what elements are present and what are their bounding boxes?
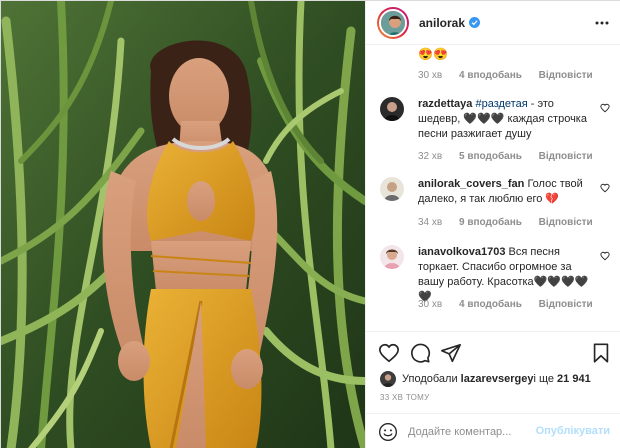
comment-like-icon[interactable] [600, 251, 610, 261]
comment-partial-text: 😍😍 [418, 47, 448, 61]
comment-text: anilorak_covers_fan Голос твой далеко, я… [418, 177, 593, 207]
comment-item: razdettaya #раздетая - это шедевр, 🖤🖤🖤 к… [380, 97, 610, 167]
comment-time: 30 хв [418, 70, 443, 81]
comment-time: 32 хв [418, 151, 443, 162]
post-comment-button[interactable]: Опублікувати [536, 425, 610, 437]
comment-partial-meta: 30 хв 4 вподобань Відповісти [418, 70, 607, 81]
emoji-icon[interactable] [378, 422, 398, 442]
likes-middle: і ще [533, 373, 554, 385]
likes-prefix: Уподобали [402, 373, 458, 385]
comment-time: 30 хв [418, 299, 443, 310]
liker-username[interactable]: lazarevsergey [461, 373, 534, 385]
comment-avatar-image [380, 97, 404, 121]
comment-meta: 32 хв 5 вподобань Відповісти [418, 151, 607, 162]
liker-avatar[interactable] [380, 371, 396, 387]
heart-icon[interactable] [378, 342, 400, 364]
comment-username[interactable]: razdettaya [418, 98, 472, 110]
comment-avatar[interactable] [380, 245, 404, 269]
more-options-icon[interactable] [594, 15, 610, 31]
verified-badge-icon [469, 17, 481, 28]
comment-likes[interactable]: 9 вподобань [459, 217, 522, 228]
comment-item: ianavolkova1703 Вся песня торкает. Спаси… [380, 245, 610, 315]
post-photo[interactable] [1, 1, 365, 448]
comment-avatar-image [380, 177, 404, 201]
comment-reply-button[interactable]: Відповісти [539, 70, 593, 81]
post-header: anilorak [366, 1, 620, 45]
author-avatar-image [381, 10, 405, 35]
comment-item: anilorak_covers_fan Голос твой далеко, я… [380, 177, 610, 233]
author-username[interactable]: anilorak [419, 16, 465, 30]
comment-hashtag[interactable]: #раздетая [475, 98, 527, 110]
comment-username[interactable]: ianavolkova1703 [418, 246, 505, 258]
comment-time: 34 хв [418, 217, 443, 228]
comment-input[interactable] [408, 425, 548, 438]
comments-list[interactable]: 😍😍 30 хв 4 вподобань Відповісти razdetta… [366, 45, 620, 327]
bookmark-icon[interactable] [590, 342, 612, 364]
comment-meta: 34 хв 9 вподобань Відповісти [418, 217, 607, 228]
comment-icon[interactable] [409, 342, 431, 364]
likes-summary: Уподобали lazarevsergey і ще 21 941 [380, 371, 591, 387]
comment-reply-button[interactable]: Відповісти [539, 299, 593, 310]
comment-text: razdettaya #раздетая - это шедевр, 🖤🖤🖤 к… [418, 97, 593, 142]
instagram-post: anilorak 😍😍 30 хв 4 вподобань Відповісти [0, 0, 620, 448]
comment-likes[interactable]: 4 вподобань [459, 299, 522, 310]
comment-meta: 30 хв 4 вподобань Відповісти [418, 299, 607, 310]
comment-avatar[interactable] [380, 177, 404, 201]
add-comment-bar: Опублікувати [366, 413, 620, 448]
author-avatar[interactable] [377, 6, 409, 39]
photo-illustration [1, 1, 365, 448]
comment-text: ianavolkova1703 Вся песня торкает. Спаси… [418, 245, 593, 305]
comment-likes[interactable]: 5 вподобань [459, 151, 522, 162]
likes-count[interactable]: 21 941 [557, 373, 591, 385]
post-timestamp[interactable]: 33 хв тому [380, 393, 430, 402]
comment-reply-button[interactable]: Відповісти [539, 217, 593, 228]
liker-avatar-image [380, 371, 396, 387]
comment-avatar-image [380, 245, 404, 269]
comment-reply-button[interactable]: Відповісти [539, 151, 593, 162]
comment-username[interactable]: anilorak_covers_fan [418, 178, 524, 190]
comment-likes[interactable]: 4 вподобань [459, 70, 522, 81]
comment-like-icon[interactable] [600, 183, 610, 193]
comment-like-icon[interactable] [600, 103, 610, 113]
post-sidebar: anilorak 😍😍 30 хв 4 вподобань Відповісти [365, 1, 620, 448]
comment-avatar[interactable] [380, 97, 404, 121]
post-actions-bar [366, 331, 620, 371]
share-icon[interactable] [440, 342, 462, 364]
